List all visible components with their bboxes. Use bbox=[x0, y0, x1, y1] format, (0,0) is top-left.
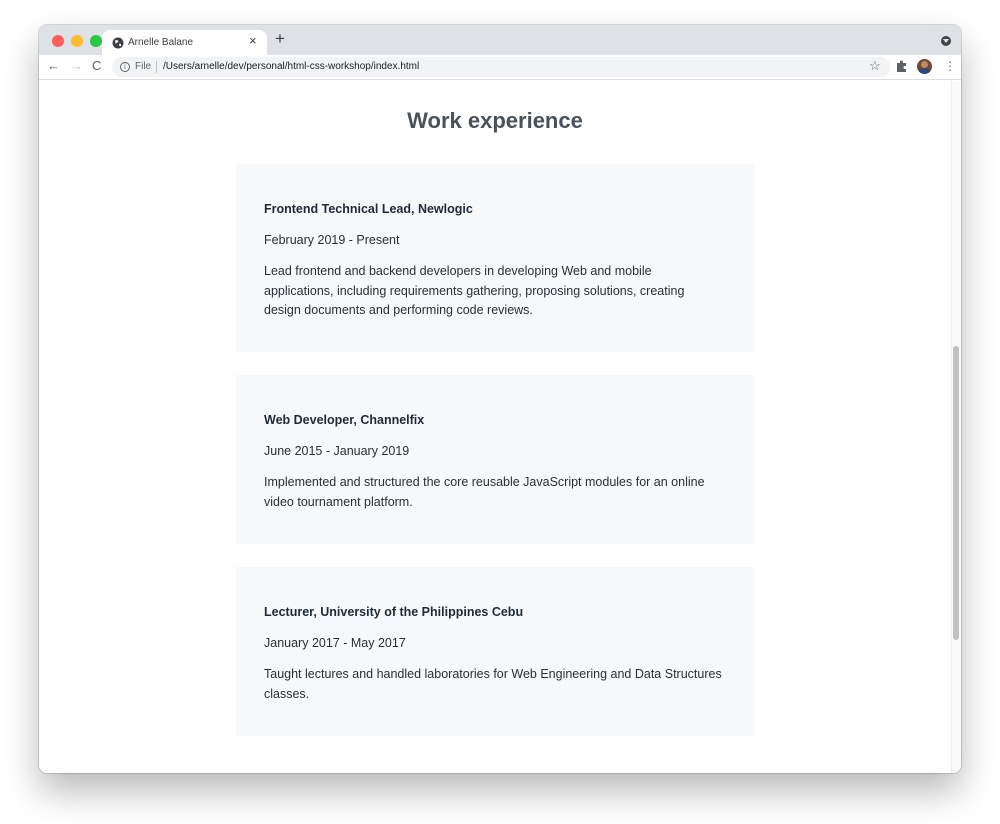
job-card: Web Developer, Channelfix June 2015 - Ja… bbox=[236, 375, 755, 544]
job-dates: February 2019 - Present bbox=[264, 233, 400, 247]
job-title: Lecturer, University of the Philippines … bbox=[264, 605, 524, 619]
tab-active[interactable]: Arnelle Balane × bbox=[102, 30, 267, 55]
job-card: Lecturer, University of the Philippines … bbox=[236, 567, 755, 736]
job-description: Lead frontend and backend developers in … bbox=[264, 264, 685, 318]
scrollbar-thumb[interactable] bbox=[953, 346, 959, 640]
extensions-puzzle-icon[interactable] bbox=[896, 59, 908, 73]
job-card: Frontend Technical Lead, Newlogic Februa… bbox=[236, 164, 755, 352]
forward-icon[interactable]: → bbox=[70, 58, 83, 74]
window-maximize-button[interactable] bbox=[90, 35, 102, 47]
tab-title: Arnelle Balane bbox=[128, 37, 194, 48]
page-viewport: Work experience Frontend Technical Lead,… bbox=[39, 81, 961, 773]
browser-window: Arnelle Balane × + ← → C i File /Users/a… bbox=[39, 25, 961, 773]
browser-menu-icon[interactable]: ⋮ bbox=[944, 59, 956, 73]
back-icon[interactable]: ← bbox=[47, 58, 60, 74]
job-dates: January 2017 - May 2017 bbox=[264, 636, 406, 650]
tab-strip: Arnelle Balane × + bbox=[39, 25, 961, 55]
browser-toolbar: ← → C i File /Users/arnelle/dev/personal… bbox=[39, 55, 961, 80]
globe-icon bbox=[112, 36, 124, 49]
address-bar[interactable]: i File /Users/arnelle/dev/personal/html-… bbox=[112, 57, 890, 77]
job-description: Taught lectures and handled laboratories… bbox=[264, 667, 722, 701]
job-title: Frontend Technical Lead, Newlogic bbox=[264, 202, 473, 216]
job-dates: June 2015 - January 2019 bbox=[264, 444, 410, 458]
window-close-button[interactable] bbox=[52, 35, 64, 47]
page-title: Work experience bbox=[407, 108, 583, 133]
tab-search-icon[interactable] bbox=[941, 36, 951, 46]
tab-close-icon[interactable]: × bbox=[249, 34, 257, 48]
window-minimize-button[interactable] bbox=[71, 35, 83, 47]
new-tab-button[interactable]: + bbox=[275, 30, 285, 48]
info-icon[interactable]: i bbox=[120, 62, 130, 72]
job-title: Web Developer, Channelfix bbox=[264, 413, 425, 427]
bookmark-star-icon[interactable]: ☆ bbox=[869, 58, 881, 74]
address-separator bbox=[156, 61, 157, 73]
job-description: Implemented and structured the core reus… bbox=[264, 475, 705, 509]
reload-icon[interactable]: C bbox=[92, 58, 101, 74]
profile-avatar[interactable] bbox=[917, 59, 932, 74]
address-scheme: File bbox=[135, 61, 152, 72]
address-url[interactable]: /Users/arnelle/dev/personal/html-css-wor… bbox=[163, 61, 419, 72]
